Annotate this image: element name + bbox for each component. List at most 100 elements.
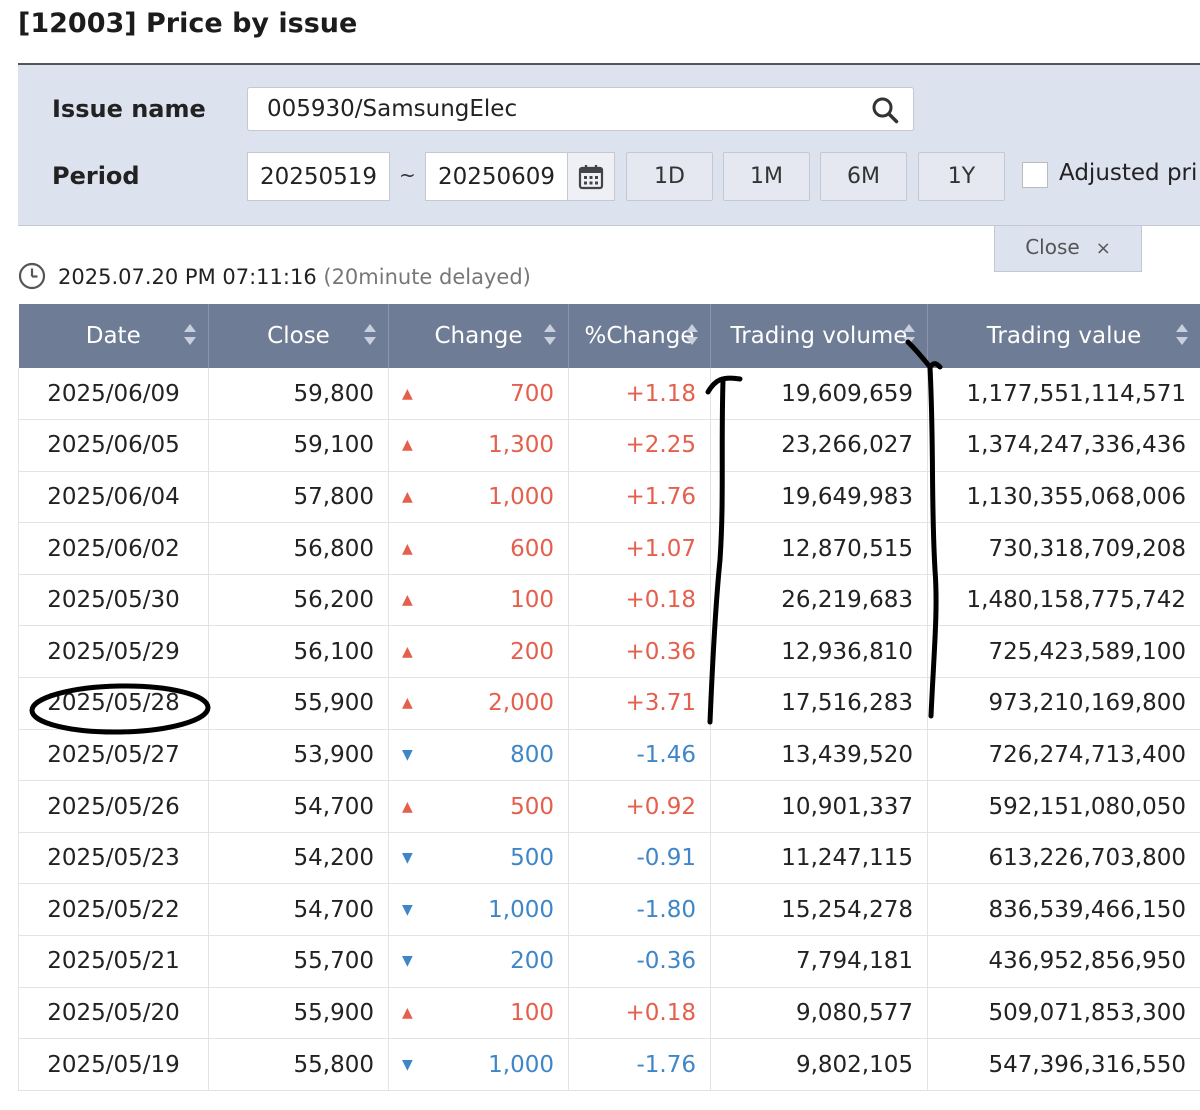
table-row[interactable]: 2025/06/09 59,800 ▲ 700 +1.18 19,609,659 1,177… xyxy=(18,368,1200,421)
cell-trading-volume: 10,901,337 xyxy=(710,780,928,833)
cell-trading-volume: 9,802,105 xyxy=(710,1038,928,1091)
range-1y-button[interactable]: 1Y xyxy=(918,152,1005,201)
issue-name-label: Issue name xyxy=(52,95,206,123)
range-1d-button[interactable]: 1D xyxy=(626,152,713,201)
cell-pct-change: -1.76 xyxy=(568,1038,711,1091)
sort-icon[interactable] xyxy=(686,324,698,348)
search-icon[interactable] xyxy=(871,96,899,124)
close-icon: × xyxy=(1095,238,1111,259)
header-close[interactable]: Close xyxy=(208,304,389,368)
cell-date: 2025/05/30 xyxy=(18,574,209,627)
table-row[interactable]: 2025/05/30 56,200 ▲ 100 +0.18 26,219,683 1,480… xyxy=(18,574,1200,627)
cell-change: ▲ 100 xyxy=(388,574,569,627)
table-row[interactable]: 2025/05/20 55,900 ▲ 100 +0.18 9,080,577 509,07… xyxy=(18,987,1200,1040)
issue-search-box xyxy=(247,87,914,131)
change-value: 700 xyxy=(510,380,554,407)
cell-trading-volume: 7,794,181 xyxy=(710,935,928,988)
table-row[interactable]: 2025/06/02 56,800 ▲ 600 +1.07 12,870,515 730,3… xyxy=(18,522,1200,575)
change-value: 500 xyxy=(510,845,554,872)
change-value: 1,000 xyxy=(488,483,554,510)
search-panel: Issue name Period ~ 1D 1M 6M 1Y Adjusted… xyxy=(18,65,1200,226)
range-1m-button[interactable]: 1M xyxy=(723,152,810,201)
sort-icon[interactable] xyxy=(903,324,915,348)
header-change[interactable]: Change xyxy=(388,304,569,368)
cell-date: 2025/05/21 xyxy=(18,935,209,988)
table-row[interactable]: 2025/05/29 56,100 ▲ 200 +0.36 12,936,810 725,4… xyxy=(18,625,1200,679)
period-label: Period xyxy=(52,162,140,190)
header-trading-value[interactable]: Trading value xyxy=(927,304,1200,368)
cell-trading-value: 973,210,169,800 xyxy=(927,677,1200,730)
cell-trading-volume: 11,247,115 xyxy=(710,832,928,885)
header-date-label: Date xyxy=(85,323,141,349)
adjusted-price-checkbox[interactable] xyxy=(1022,162,1048,188)
cell-trading-volume: 19,609,659 xyxy=(710,368,928,421)
cell-date: 2025/06/09 xyxy=(18,368,209,421)
up-triangle-icon: ▲ xyxy=(402,488,413,505)
cell-pct-change: +0.92 xyxy=(568,780,711,833)
cell-date: 2025/05/27 xyxy=(18,729,209,782)
cell-date: 2025/05/23 xyxy=(18,832,209,885)
cell-close: 54,200 xyxy=(208,832,389,885)
cell-pct-change: +0.36 xyxy=(568,625,711,679)
sort-icon[interactable] xyxy=(544,324,556,348)
table-row[interactable]: 2025/06/05 59,100 ▲ 1,300 +2.25 23,266,027 1,3… xyxy=(18,419,1200,472)
cell-date: 2025/06/04 xyxy=(18,471,209,524)
table-row[interactable]: 2025/05/28 55,900 ▲ 2,000 +3.71 17,516,283 973… xyxy=(18,677,1200,730)
table-row[interactable]: 2025/05/19 55,800 ▼ 1,000 -1.76 9,802,105 547,… xyxy=(18,1038,1200,1091)
cell-close: 56,100 xyxy=(208,625,389,679)
cell-close: 55,900 xyxy=(208,677,389,730)
date-to-input[interactable] xyxy=(425,152,568,201)
page-title: [12003] Price by issue xyxy=(18,8,358,39)
cell-trading-value: 726,274,713,400 xyxy=(927,729,1200,782)
cell-pct-change: +1.76 xyxy=(568,471,711,524)
cell-close: 56,200 xyxy=(208,574,389,627)
change-value: 1,300 xyxy=(488,432,554,459)
table-row[interactable]: 2025/05/23 54,200 ▼ 500 -0.91 11,247,115 613,2… xyxy=(18,832,1200,885)
up-triangle-icon: ▲ xyxy=(402,798,413,815)
table-row[interactable]: 2025/05/21 55,700 ▼ 200 -0.36 7,794,181 436,95… xyxy=(18,935,1200,988)
up-triangle-icon: ▲ xyxy=(402,540,413,557)
table-row[interactable]: 2025/05/27 53,900 ▼ 800 -1.46 13,439,520 726,2… xyxy=(18,729,1200,782)
cell-date: 2025/05/29 xyxy=(18,625,209,679)
change-value: 1,000 xyxy=(488,1051,554,1078)
issue-name-input[interactable] xyxy=(248,88,848,130)
cell-trading-value: 1,374,247,336,436 xyxy=(927,419,1200,472)
change-value: 500 xyxy=(510,793,554,820)
table-row[interactable]: 2025/05/22 54,700 ▼ 1,000 -1.80 15,254,278 836… xyxy=(18,883,1200,937)
change-value: 200 xyxy=(510,948,554,975)
table-row[interactable]: 2025/06/04 57,800 ▲ 1,000 +1.76 19,649,983 1,1… xyxy=(18,471,1200,524)
close-panel-button[interactable]: Close × xyxy=(994,226,1142,272)
date-from-input[interactable] xyxy=(247,152,390,201)
cell-change: ▼ 1,000 xyxy=(388,883,569,937)
header-close-label: Close xyxy=(267,323,330,349)
range-6m-button[interactable]: 6M xyxy=(820,152,907,201)
calendar-icon[interactable] xyxy=(567,152,615,201)
cell-trading-volume: 19,649,983 xyxy=(710,471,928,524)
cell-trading-value: 836,539,466,150 xyxy=(927,883,1200,937)
cell-change: ▲ 200 xyxy=(388,625,569,679)
header-pct-change[interactable]: %Change xyxy=(568,304,711,368)
date-separator: ~ xyxy=(399,163,416,187)
change-value: 100 xyxy=(510,999,554,1026)
timestamp: 2025.07.20 PM 07:11:16 (20minute delayed… xyxy=(58,265,531,289)
header-trading-volume[interactable]: Trading volume xyxy=(710,304,928,368)
table-row[interactable]: 2025/05/26 54,700 ▲ 500 +0.92 10,901,337 592,1… xyxy=(18,780,1200,833)
cell-pct-change: +2.25 xyxy=(568,419,711,472)
sort-icon[interactable] xyxy=(1176,324,1188,348)
up-triangle-icon: ▲ xyxy=(402,1004,413,1021)
cell-pct-change: -1.80 xyxy=(568,883,711,937)
header-date[interactable]: Date xyxy=(18,304,209,368)
cell-trading-value: 613,226,703,800 xyxy=(927,832,1200,885)
cell-close: 59,100 xyxy=(208,419,389,472)
close-label: Close xyxy=(1025,235,1080,259)
cell-trading-volume: 26,219,683 xyxy=(710,574,928,627)
sort-icon[interactable] xyxy=(364,324,376,348)
cell-change: ▲ 1,000 xyxy=(388,471,569,524)
cell-date: 2025/05/20 xyxy=(18,987,209,1040)
sort-icon[interactable] xyxy=(184,324,196,348)
cell-close: 54,700 xyxy=(208,883,389,937)
cell-date: 2025/05/26 xyxy=(18,780,209,833)
cell-change: ▲ 600 xyxy=(388,522,569,575)
cell-pct-change: +1.18 xyxy=(568,368,711,421)
cell-close: 57,800 xyxy=(208,471,389,524)
